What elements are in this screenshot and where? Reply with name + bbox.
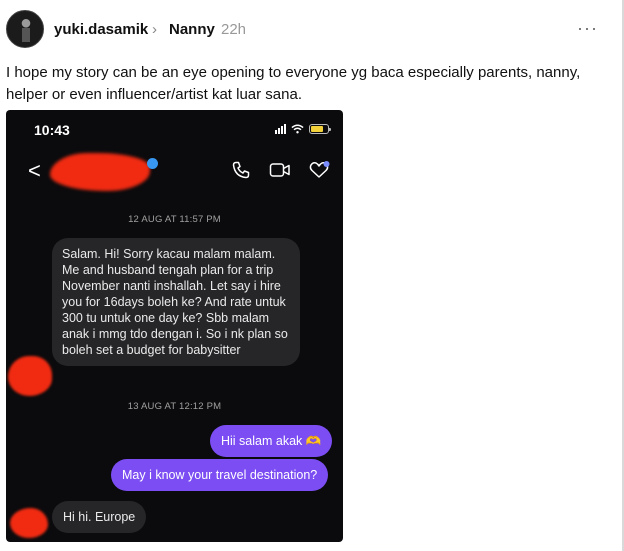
topic-link[interactable]: Nanny — [169, 21, 215, 38]
redacted-avatar — [10, 508, 48, 538]
chevron-right-icon: › — [152, 21, 157, 38]
avatar[interactable] — [6, 10, 44, 48]
post-header: yuki.dasamik › Nanny 22h ··· — [6, 10, 612, 50]
more-options-button[interactable]: ··· — [577, 18, 598, 39]
message-timestamp: 12 AUG AT 11:57 PM — [128, 214, 221, 225]
wifi-icon — [291, 124, 304, 134]
message-timestamp: 13 AUG AT 12:12 PM — [127, 401, 222, 412]
phone-icon[interactable] — [231, 160, 251, 180]
attached-screenshot[interactable]: 10:43 < 12 AUG AT 11:57 PM Salam. Hi! So… — [6, 110, 343, 542]
verified-badge-icon — [147, 158, 158, 169]
incoming-message[interactable]: Salam. Hi! Sorry kacau malam malam. Me a… — [52, 238, 300, 366]
outgoing-message[interactable]: May i know your travel destination? — [111, 459, 329, 491]
redacted-avatar — [8, 356, 52, 396]
back-button[interactable]: < — [28, 160, 41, 182]
incoming-message[interactable]: Hi hi. Europe — [52, 501, 147, 533]
chat-header-actions — [231, 160, 331, 180]
video-icon[interactable] — [269, 160, 291, 180]
heart-icon[interactable] — [309, 160, 331, 180]
battery-icon — [309, 124, 331, 134]
post-age: 22h — [221, 21, 247, 38]
username-link[interactable]: yuki.dasamik — [54, 21, 148, 38]
status-icons — [275, 123, 331, 135]
signal-icon — [275, 124, 286, 134]
outgoing-message[interactable]: Hii salam akak 🫶 — [210, 425, 333, 457]
status-time: 10:43 — [34, 122, 70, 138]
redacted-contact-name — [50, 153, 150, 191]
post-text: I hope my story can be an eye opening to… — [6, 64, 581, 103]
